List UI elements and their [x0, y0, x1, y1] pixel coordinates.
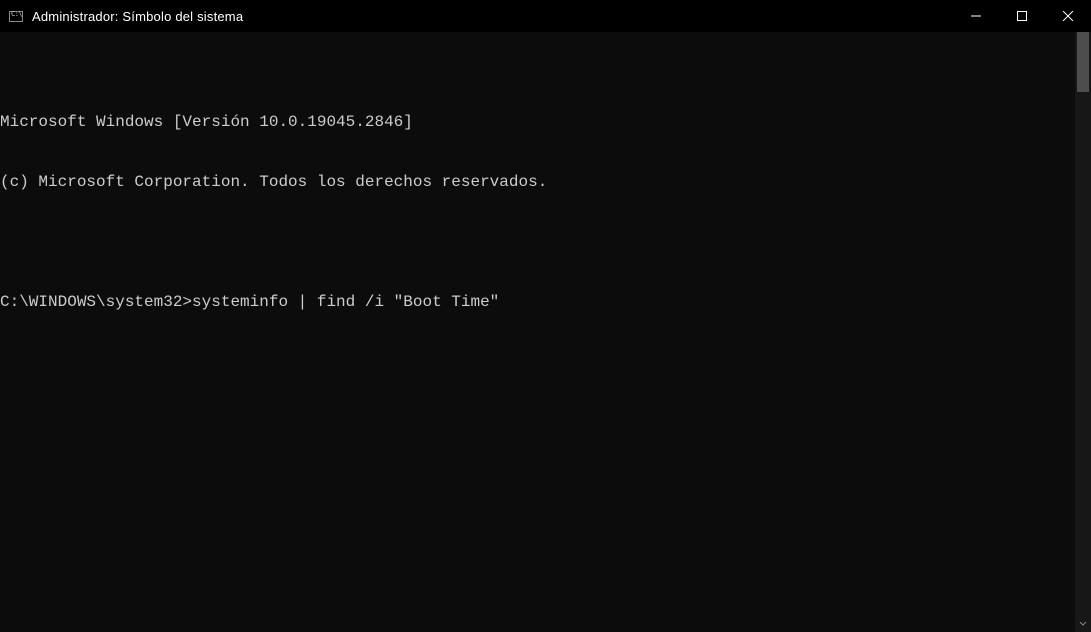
cmd-icon: C:\	[8, 8, 24, 24]
close-icon	[1063, 11, 1073, 21]
minimize-button[interactable]	[953, 0, 999, 32]
prompt-path: C:\WINDOWS\system32>	[0, 293, 192, 311]
prompt-line: C:\WINDOWS\system32>systeminfo | find /i…	[0, 292, 1091, 312]
command-prompt-window: C:\ Administrador: Símbolo del sistema M…	[0, 0, 1091, 632]
minimize-icon	[971, 11, 981, 21]
window-title: Administrador: Símbolo del sistema	[32, 9, 251, 24]
vertical-scrollbar[interactable]	[1075, 32, 1091, 632]
output-blank-line	[0, 232, 1091, 252]
scrollbar-down-button[interactable]	[1075, 616, 1091, 632]
output-line: Microsoft Windows [Versión 10.0.19045.28…	[0, 112, 1091, 132]
maximize-button[interactable]	[999, 0, 1045, 32]
terminal-output-area[interactable]: Microsoft Windows [Versión 10.0.19045.28…	[0, 32, 1091, 632]
command-text: systeminfo | find /i "Boot Time"	[192, 293, 499, 311]
maximize-icon	[1017, 11, 1027, 21]
close-button[interactable]	[1045, 0, 1091, 32]
output-line: (c) Microsoft Corporation. Todos los der…	[0, 172, 1091, 192]
chevron-down-icon	[1079, 620, 1087, 628]
titlebar[interactable]: C:\ Administrador: Símbolo del sistema	[0, 0, 1091, 32]
scrollbar-thumb[interactable]	[1077, 32, 1089, 92]
